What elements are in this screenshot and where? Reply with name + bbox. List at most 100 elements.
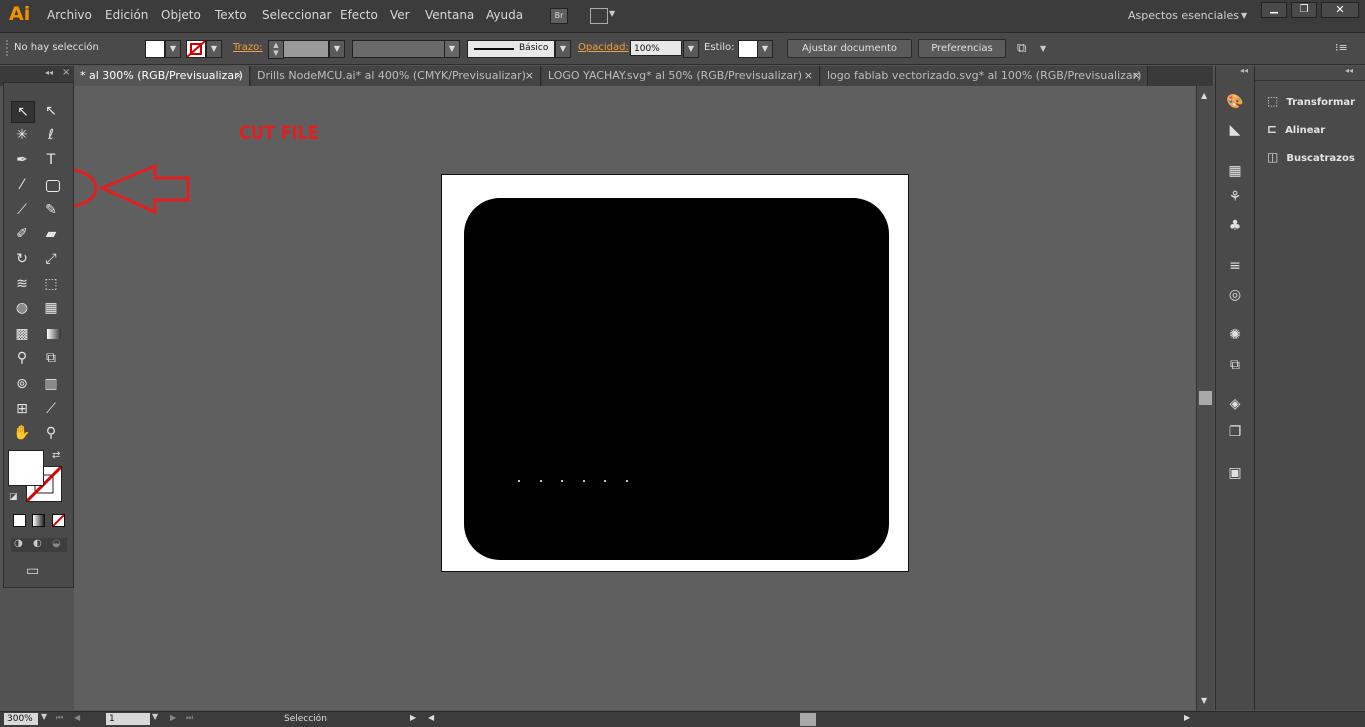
scroll-up-icon[interactable]: ▲ <box>1201 91 1207 100</box>
color-mode-icon[interactable] <box>13 514 26 527</box>
opacity-input[interactable]: 100% <box>630 40 682 56</box>
vertical-scrollbar[interactable]: ▲ ▼ <box>1196 86 1214 711</box>
paintbrush-tool-icon[interactable]: ⟋ <box>11 200 33 220</box>
layers-icon[interactable]: ◈ <box>1225 395 1245 413</box>
rounded-rectangle-tool-icon[interactable] <box>46 180 60 192</box>
slice-tool-icon[interactable]: ⟋ <box>40 399 62 419</box>
symbol-sprayer-tool-icon[interactable]: ⊚ <box>11 374 33 394</box>
variable-width-select[interactable] <box>352 40 446 58</box>
close-window-icon[interactable]: ✕ <box>1321 2 1359 18</box>
document-setup-button[interactable]: Ajustar documento <box>787 39 912 58</box>
menu-seleccionar[interactable]: Seleccionar <box>262 8 331 22</box>
close-tab-icon[interactable]: × <box>1132 66 1141 85</box>
chevron-down-icon[interactable]: ▼ <box>444 40 460 58</box>
type-tool-icon[interactable]: T <box>40 150 62 170</box>
next-page-icon[interactable]: ▶ <box>170 713 176 722</box>
collapse-icon[interactable]: ◂◂ <box>45 68 53 77</box>
artboards-icon[interactable]: ❐ <box>1225 423 1245 441</box>
close-tab-icon[interactable]: × <box>234 66 243 85</box>
panel-item-pathfinder[interactable]: ◫ Buscatrazos <box>1267 150 1355 164</box>
first-page-icon[interactable]: ⏮ <box>56 713 63 723</box>
close-tab-icon[interactable]: × <box>804 66 813 85</box>
restore-icon[interactable]: ❐ <box>1291 2 1317 18</box>
draw-inside-icon[interactable]: ◒ <box>52 538 61 549</box>
eyedropper-tool-icon[interactable]: ⚲ <box>11 348 33 368</box>
chevron-down-icon[interactable]: ▼ <box>206 40 222 58</box>
chevron-down-icon[interactable]: ▼ <box>1040 44 1046 53</box>
graphic-styles-icon[interactable]: ⧉ <box>1225 356 1245 374</box>
collapse-icon[interactable]: ◂◂ <box>1345 66 1353 75</box>
scroll-down-icon[interactable]: ▼ <box>1201 696 1207 705</box>
chevron-down-icon[interactable]: ▼ <box>757 40 773 58</box>
chevron-down-icon[interactable]: ▼ <box>555 40 571 58</box>
pencil-tool-icon[interactable]: ✎ <box>40 200 62 220</box>
fill-swatch[interactable] <box>145 40 165 58</box>
tab-document-4[interactable]: logo fablab vectorizado.svg* al 100% (RG… <box>821 66 1148 86</box>
tab-document-3[interactable]: LOGO YACHAY.svg* al 50% (RGB/Previsualiz… <box>542 66 820 86</box>
color-guide-icon[interactable]: ◣ <box>1225 121 1245 139</box>
color-panel-icon[interactable]: 🎨 <box>1225 93 1245 111</box>
magic-wand-tool-icon[interactable]: ✳ <box>11 125 33 145</box>
scroll-thumb[interactable] <box>1199 391 1212 405</box>
symbols-icon[interactable]: ♣ <box>1225 217 1245 235</box>
gradient-tool-icon[interactable] <box>47 329 61 339</box>
scroll-left-icon[interactable]: ◀ <box>428 713 434 722</box>
free-transform-tool-icon[interactable]: ⬚ <box>40 274 62 294</box>
collapse-icon[interactable]: ◂◂ <box>1240 66 1248 75</box>
previous-page-icon[interactable]: ◀ <box>74 713 80 722</box>
menu-texto[interactable]: Texto <box>215 8 247 22</box>
chevron-down-icon[interactable]: ▼ <box>152 712 158 721</box>
close-icon[interactable]: × <box>62 67 70 78</box>
default-colors-icon[interactable]: ◪ <box>9 492 18 502</box>
swap-colors-icon[interactable]: ⇄ <box>52 450 60 461</box>
blend-tool-icon[interactable]: ⧉ <box>40 348 62 368</box>
panel-item-transform[interactable]: ⬚ Transformar <box>1267 94 1355 108</box>
chevron-down-icon[interactable]: ▼ <box>609 9 615 18</box>
chevron-down-icon[interactable]: ▼ <box>683 40 699 58</box>
chevron-down-icon[interactable]: ▼ <box>1241 11 1247 20</box>
page-input[interactable]: 1 <box>106 713 150 725</box>
chevron-down-icon[interactable]: ▼ <box>41 712 47 721</box>
zoom-input[interactable]: 300% <box>4 713 38 725</box>
gradient-mode-icon[interactable] <box>32 514 45 527</box>
line-tool-icon[interactable]: ⁄ <box>11 175 33 195</box>
draw-normal-icon[interactable]: ◑ <box>14 538 23 549</box>
shape-builder-tool-icon[interactable]: ◍ <box>11 298 33 318</box>
lasso-tool-icon[interactable]: ℓ <box>40 125 62 145</box>
perspective-grid-tool-icon[interactable]: ▦ <box>40 298 62 318</box>
draw-behind-icon[interactable]: ◐ <box>33 538 42 549</box>
minimize-icon[interactable]: ▁ <box>1261 2 1287 18</box>
opacity-label[interactable]: Opacidad: <box>578 42 629 53</box>
hand-tool-icon[interactable]: ✋ <box>11 423 33 443</box>
panel-item-align[interactable]: ⊏ Alinear <box>1267 122 1325 136</box>
artboard-tool-icon[interactable]: ⊞ <box>11 399 33 419</box>
pen-tool-icon[interactable]: ✒ <box>11 150 33 170</box>
scroll-right-icon[interactable]: ▶ <box>1184 713 1190 722</box>
preferences-button[interactable]: Preferencias <box>918 39 1006 58</box>
fill-color-box[interactable] <box>8 450 44 486</box>
close-tab-icon[interactable]: × <box>525 66 534 85</box>
scale-tool-icon[interactable]: ⤢ <box>40 249 62 269</box>
brush-select[interactable]: Básico <box>467 40 555 58</box>
tab-document-1[interactable]: * al 300% (RGB/Previsualizar) × <box>74 66 250 86</box>
brushes-icon[interactable]: ⚘ <box>1225 188 1245 206</box>
rounded-rectangle-shape[interactable] <box>464 198 889 560</box>
menu-objeto[interactable]: Objeto <box>161 8 201 22</box>
menu-ver[interactable]: Ver <box>390 8 410 22</box>
tab-document-2[interactable]: Drills NodeMCU.ai* al 400% (CMYK/Previsu… <box>251 66 541 86</box>
selection-tool-icon[interactable]: ↖ <box>11 101 35 123</box>
stroke-swatch[interactable] <box>186 40 206 58</box>
menu-ventana[interactable]: Ventana <box>425 8 474 22</box>
last-page-icon[interactable]: ⏭ <box>186 713 193 723</box>
appearance-icon[interactable]: ✺ <box>1225 326 1245 344</box>
transparency-icon[interactable]: ◎ <box>1225 286 1245 304</box>
status-menu-icon[interactable]: ▶ <box>410 713 416 722</box>
artboard[interactable] <box>441 174 909 572</box>
swatches-icon[interactable]: ▦ <box>1225 162 1245 180</box>
zoom-tool-icon[interactable]: ⚲ <box>40 423 62 443</box>
style-swatch[interactable] <box>738 40 758 58</box>
graph-tool-icon[interactable]: ▥ <box>40 374 62 394</box>
menu-edicion[interactable]: Edición <box>105 8 148 22</box>
panel-menu-icon[interactable]: ⁝≡ <box>1335 41 1348 54</box>
menu-efecto[interactable]: Efecto <box>340 8 378 22</box>
